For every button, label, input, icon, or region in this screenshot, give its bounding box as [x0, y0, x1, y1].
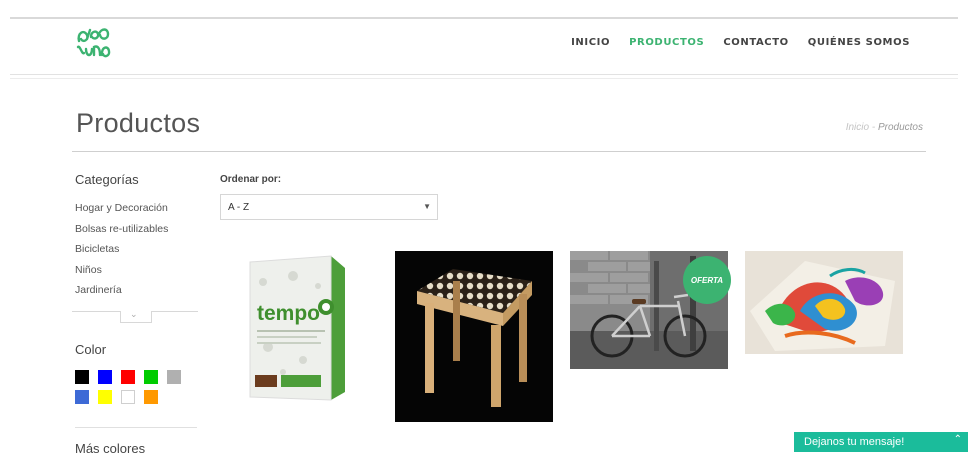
header-divider — [10, 74, 958, 79]
title-divider — [72, 151, 926, 152]
color-swatch[interactable] — [167, 370, 181, 384]
site-header: INICIO PRODUCTOS CONTACTO QUIÉNES SOMOS — [10, 19, 958, 75]
chevron-up-icon: ⌃ — [953, 434, 962, 445]
offer-badge: OFERTA — [683, 256, 731, 304]
color-heading: Color — [75, 342, 107, 357]
category-bolsas[interactable]: Bolsas re-utilizables — [75, 221, 168, 242]
sort-label: Ordenar por: — [220, 174, 282, 185]
color-swatch[interactable] — [121, 390, 135, 404]
category-ninos[interactable]: Niños — [75, 262, 168, 283]
color-swatch[interactable] — [98, 370, 112, 384]
color-swatch[interactable] — [75, 370, 89, 384]
color-swatch[interactable] — [144, 370, 158, 384]
category-jardineria[interactable]: Jardinería — [75, 282, 168, 303]
paper-pack-image: tempo — [233, 252, 358, 402]
breadcrumb-current: Productos — [877, 122, 923, 133]
chat-widget-label: Dejanos tu mensaje! — [804, 436, 905, 448]
category-bicicletas[interactable]: Bicicletas — [75, 241, 168, 262]
sidebar-divider — [75, 427, 197, 428]
main-nav: INICIO PRODUCTOS CONTACTO QUIÉNES SOMOS — [571, 37, 910, 48]
stool-image — [395, 251, 553, 422]
categories-heading: Categorías — [75, 172, 139, 187]
sort-select[interactable]: A - Z ▼ — [220, 194, 438, 220]
color-swatch[interactable] — [98, 390, 112, 404]
category-hogar[interactable]: Hogar y Decoración — [75, 200, 168, 221]
breadcrumb-separator: - — [871, 122, 876, 133]
sort-selected-value: A - Z — [228, 202, 250, 213]
nav-contacto[interactable]: CONTACTO — [723, 37, 788, 48]
product-card-stool[interactable] — [395, 251, 553, 422]
dropdown-arrow-icon: ▼ — [423, 202, 431, 211]
more-colors-heading: Más colores — [75, 441, 146, 456]
nav-inicio[interactable]: INICIO — [571, 37, 610, 48]
color-swatch[interactable] — [75, 390, 89, 404]
color-swatches — [75, 370, 181, 404]
product-card-paper-pack[interactable]: tempo — [233, 252, 358, 402]
color-swatch[interactable] — [144, 390, 158, 404]
brand-logo[interactable] — [74, 25, 114, 63]
breadcrumb: Inicio - Productos — [846, 122, 923, 133]
svg-text:tempo: tempo — [257, 302, 320, 325]
color-swatch[interactable] — [121, 370, 135, 384]
art-image — [745, 251, 903, 354]
page-title: Productos — [76, 108, 201, 138]
chevron-down-icon: ⌄ — [130, 309, 138, 319]
chat-widget[interactable]: Dejanos tu mensaje! ⌃ — [794, 432, 968, 452]
nav-quienes-somos[interactable]: QUIÉNES SOMOS — [808, 37, 910, 48]
product-card-art[interactable] — [745, 251, 903, 354]
nav-productos[interactable]: PRODUCTOS — [629, 37, 704, 48]
show-more-categories-toggle[interactable]: ⌄ — [72, 309, 198, 324]
category-list: Hogar y Decoración Bolsas re-utilizables… — [75, 200, 168, 303]
breadcrumb-home[interactable]: Inicio — [846, 122, 869, 133]
